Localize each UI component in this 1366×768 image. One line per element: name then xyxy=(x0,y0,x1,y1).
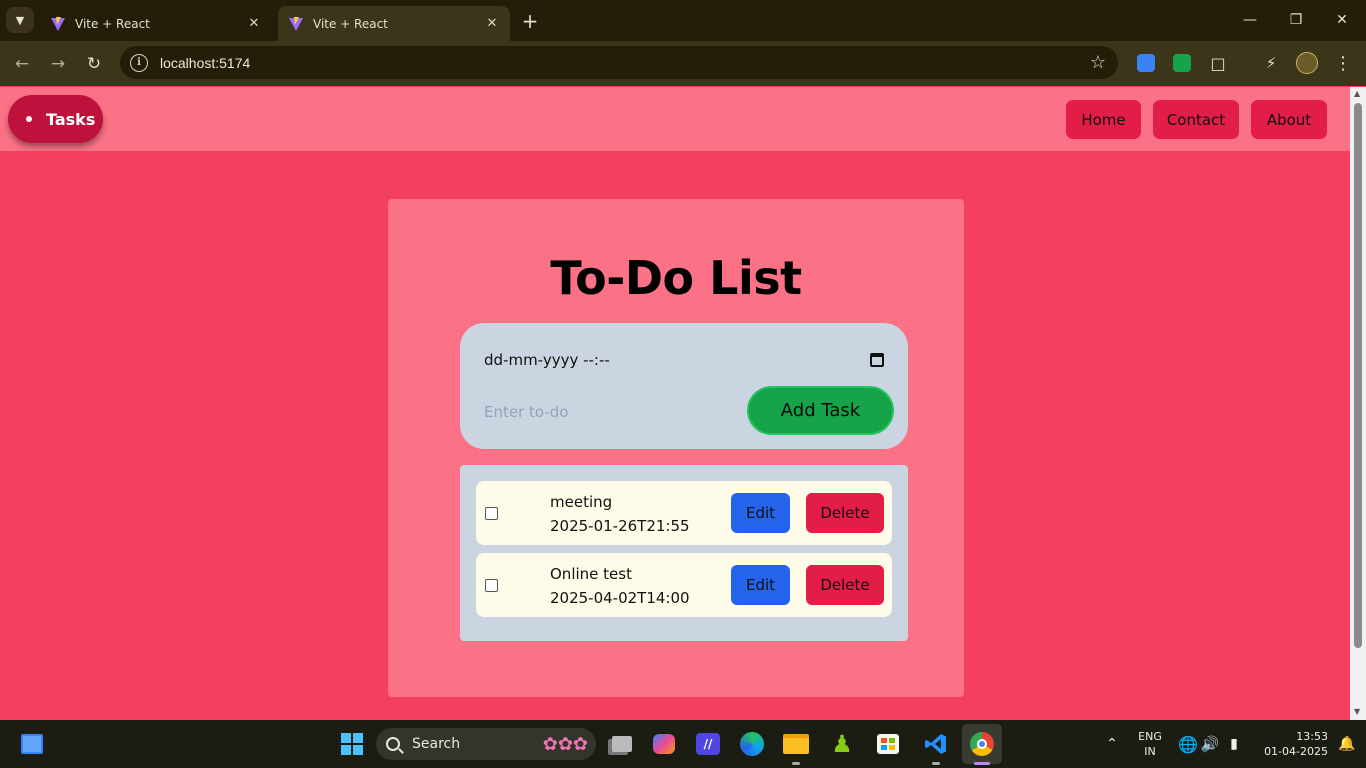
active-app-indicator xyxy=(974,762,990,765)
task-checkbox[interactable] xyxy=(485,579,498,592)
url-text[interactable]: localhost:5174 xyxy=(160,55,1090,71)
tab-vite-react-2[interactable]: Vite + React ✕ xyxy=(278,6,510,41)
datetime-input[interactable]: dd-mm-yyyy --:-- xyxy=(484,349,884,371)
ai-app-icon[interactable]: // xyxy=(692,728,724,760)
task-view-icon[interactable] xyxy=(606,728,638,760)
running-indicator xyxy=(792,762,800,765)
running-indicator xyxy=(932,762,940,765)
tab-title: Vite + React xyxy=(75,16,150,31)
start-windows-icon[interactable] xyxy=(336,728,368,760)
address-bar[interactable]: i localhost:5174 ☆ xyxy=(120,46,1118,79)
edit-task-button[interactable]: Edit xyxy=(731,565,790,605)
tulips-icon: ✿✿✿ xyxy=(542,733,588,755)
region-label: IN xyxy=(1144,745,1156,758)
tab-close-icon[interactable]: ✕ xyxy=(244,14,264,34)
task-datetime: 2025-04-02T14:00 xyxy=(550,589,690,607)
battery-icon[interactable]: ▮ xyxy=(1220,728,1248,760)
calendar-icon[interactable] xyxy=(870,353,884,367)
edit-task-button[interactable]: Edit xyxy=(731,493,790,533)
widgets-icon[interactable] xyxy=(16,728,48,760)
brand-label: Tasks xyxy=(46,109,96,129)
browser-tab-strip: ▼ Vite + React ✕ Vite + React ✕ + — ❐ ✕ xyxy=(0,0,1366,41)
task-list: meeting 2025-01-26T21:55 Edit Delete Onl… xyxy=(460,465,908,641)
tab-vite-react-1[interactable]: Vite + React ✕ xyxy=(40,6,272,41)
forward-icon[interactable]: → xyxy=(46,52,70,76)
language-indicator[interactable]: ENG IN xyxy=(1134,729,1166,759)
task-item: meeting 2025-01-26T21:55 Edit Delete xyxy=(476,481,892,545)
todo-text-input[interactable] xyxy=(484,401,744,423)
search-label: Search xyxy=(412,736,461,752)
delete-task-button[interactable]: Delete xyxy=(806,493,884,533)
nav-about-button[interactable]: About xyxy=(1251,100,1327,139)
page-viewport: Tasks Home Contact About To-Do List dd-m… xyxy=(0,87,1350,720)
browser-menu-icon[interactable]: ⋮ xyxy=(1332,52,1354,74)
minimize-icon[interactable]: — xyxy=(1227,6,1273,34)
lang-label: ENG xyxy=(1138,730,1162,743)
scrollbar-thumb[interactable] xyxy=(1354,103,1362,648)
chess-app-icon[interactable]: ♟ xyxy=(826,728,858,760)
notifications-bell-icon[interactable]: 🔔 xyxy=(1334,728,1360,760)
clock[interactable]: 13:53 01-04-2025 xyxy=(1256,729,1328,759)
extensions-puzzle-icon[interactable]: □ xyxy=(1207,52,1229,74)
chrome-icon[interactable] xyxy=(962,724,1002,764)
page-scrollbar[interactable]: ▲ ▼ xyxy=(1350,87,1366,720)
clock-time: 13:53 xyxy=(1296,730,1328,743)
vscode-icon[interactable] xyxy=(920,728,952,760)
tab-search-button[interactable]: ▼ xyxy=(6,7,34,33)
new-tab-icon[interactable]: + xyxy=(518,9,542,33)
extension-green-icon[interactable] xyxy=(1171,52,1193,74)
scroll-up-icon[interactable]: ▲ xyxy=(1354,89,1360,98)
nav-home-button[interactable]: Home xyxy=(1066,100,1141,139)
task-item: Online test 2025-04-02T14:00 Edit Delete xyxy=(476,553,892,617)
bookmark-star-icon[interactable]: ☆ xyxy=(1090,52,1106,73)
search-icon xyxy=(386,737,400,751)
reload-icon[interactable]: ↻ xyxy=(82,52,106,76)
restore-icon[interactable]: ❐ xyxy=(1273,6,1319,34)
microsoft-store-icon[interactable] xyxy=(872,728,904,760)
brand-pill-tasks[interactable]: Tasks xyxy=(8,95,103,143)
task-checkbox[interactable] xyxy=(485,507,498,520)
delete-task-button[interactable]: Delete xyxy=(806,565,884,605)
add-task-button[interactable]: Add Task xyxy=(747,386,894,435)
tab-close-icon[interactable]: ✕ xyxy=(482,14,502,34)
windows-taskbar: Search ✿✿✿ // ♟ ⌃ ENG IN 🌐 🔊 ▮ 13:53 01-… xyxy=(0,720,1366,768)
bullet-dot xyxy=(26,116,32,122)
task-name: meeting xyxy=(550,493,613,511)
site-navbar: Tasks Home Contact About xyxy=(0,87,1350,151)
file-explorer-icon[interactable] xyxy=(780,728,812,760)
task-datetime: 2025-01-26T21:55 xyxy=(550,517,690,535)
copilot-icon[interactable] xyxy=(648,728,680,760)
datetime-value: dd-mm-yyyy --:-- xyxy=(484,351,610,369)
vite-logo-icon xyxy=(51,16,65,31)
performance-icon[interactable]: ⚡ xyxy=(1260,52,1282,74)
browser-toolbar: ← → ↻ i localhost:5174 ☆ □ ⚡ ⋮ xyxy=(0,41,1366,86)
task-name: Online test xyxy=(550,565,632,583)
profile-avatar[interactable] xyxy=(1296,52,1318,74)
vite-logo-icon xyxy=(289,16,303,31)
tray-overflow-chevron-icon[interactable]: ⌃ xyxy=(1096,728,1128,760)
page-title: To-Do List xyxy=(550,251,802,305)
edge-browser-icon[interactable] xyxy=(736,728,768,760)
tab-title: Vite + React xyxy=(313,16,388,31)
site-info-icon[interactable]: i xyxy=(130,53,148,72)
todo-card: To-Do List dd-mm-yyyy --:-- Add Task mee… xyxy=(388,199,964,697)
task-form: dd-mm-yyyy --:-- Add Task xyxy=(460,323,908,449)
extension-rocket-icon[interactable] xyxy=(1135,52,1157,74)
nav-contact-button[interactable]: Contact xyxy=(1153,100,1239,139)
back-icon[interactable]: ← xyxy=(10,52,34,76)
clock-date: 01-04-2025 xyxy=(1264,745,1328,758)
scroll-down-icon[interactable]: ▼ xyxy=(1354,707,1360,716)
window-close-icon[interactable]: ✕ xyxy=(1319,6,1365,34)
taskbar-search-box[interactable]: Search ✿✿✿ xyxy=(376,728,596,760)
